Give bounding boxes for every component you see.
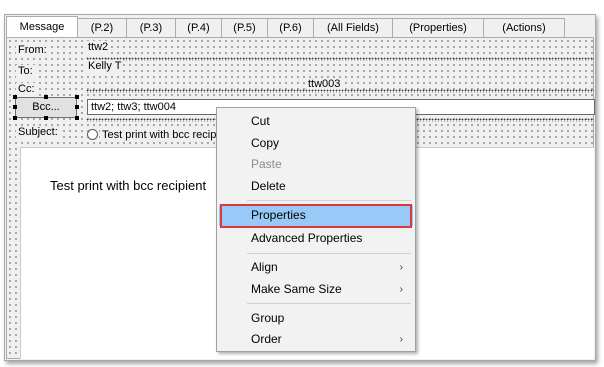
subject-label: Subject: bbox=[16, 126, 60, 139]
bcc-button[interactable]: Bcc... bbox=[15, 97, 77, 118]
selection-handle[interactable] bbox=[13, 95, 17, 99]
menu-item-copy[interactable]: Copy bbox=[219, 133, 413, 154]
tab-p4[interactable]: (P.4) bbox=[175, 18, 222, 37]
selection-handle[interactable] bbox=[75, 95, 79, 99]
from-field-border bbox=[86, 57, 594, 61]
tab-actions[interactable]: (Actions) bbox=[483, 18, 565, 37]
tab-p3[interactable]: (P.3) bbox=[126, 18, 176, 37]
chevron-right-icon: › bbox=[399, 262, 403, 273]
subject-value[interactable]: Test print with bcc recipi bbox=[100, 129, 221, 142]
selection-handle[interactable] bbox=[44, 95, 48, 99]
menu-item-cut[interactable]: Cut bbox=[219, 111, 413, 132]
importance-icon bbox=[87, 129, 98, 140]
page-tabs: Message (P.2) (P.3) (P.4) (P.5) (P.6) (A… bbox=[6, 16, 565, 37]
menu-item-group[interactable]: Group bbox=[219, 308, 413, 329]
message-body-text: Test print with bcc recipient bbox=[50, 178, 207, 193]
menu-item-delete[interactable]: Delete bbox=[219, 176, 413, 197]
context-menu: Cut Copy Paste Delete Properties Advance… bbox=[216, 107, 416, 352]
chevron-right-icon: › bbox=[399, 284, 403, 295]
highlight-callout bbox=[220, 204, 412, 228]
selection-handle[interactable] bbox=[13, 105, 17, 109]
selection-handle[interactable] bbox=[13, 116, 17, 120]
tab-all-fields[interactable]: (All Fields) bbox=[313, 18, 393, 37]
tab-p6[interactable]: (P.6) bbox=[267, 18, 314, 37]
to-value[interactable]: Kelly T bbox=[86, 60, 124, 73]
menu-item-align-label: Align bbox=[251, 260, 278, 274]
menu-item-order-label: Order bbox=[251, 332, 282, 346]
menu-item-order[interactable]: Order › bbox=[219, 329, 413, 350]
cc-field-border bbox=[86, 89, 594, 93]
selection-handle[interactable] bbox=[44, 116, 48, 120]
menu-item-paste: Paste bbox=[251, 157, 282, 171]
tab-message[interactable]: Message bbox=[6, 16, 78, 37]
from-label: From: bbox=[16, 44, 49, 57]
cc-label: Cc: bbox=[16, 83, 37, 96]
chevron-right-icon: › bbox=[399, 334, 403, 345]
from-value[interactable]: ttw2 bbox=[86, 41, 111, 54]
menu-separator bbox=[247, 200, 411, 201]
menu-separator bbox=[247, 253, 411, 254]
menu-item-make-same-size[interactable]: Make Same Size › bbox=[219, 279, 413, 300]
selection-handle[interactable] bbox=[75, 116, 79, 120]
tab-p5[interactable]: (P.5) bbox=[221, 18, 268, 37]
to-label: To: bbox=[16, 65, 35, 78]
menu-separator bbox=[247, 303, 411, 304]
selection-handle[interactable] bbox=[75, 105, 79, 109]
tab-p2[interactable]: (P.2) bbox=[77, 18, 127, 37]
menu-item-align[interactable]: Align › bbox=[219, 257, 413, 278]
menu-item-advanced-properties[interactable]: Advanced Properties bbox=[219, 228, 413, 249]
menu-item-make-same-size-label: Make Same Size bbox=[251, 282, 342, 296]
tab-properties[interactable]: (Properties) bbox=[392, 18, 484, 37]
